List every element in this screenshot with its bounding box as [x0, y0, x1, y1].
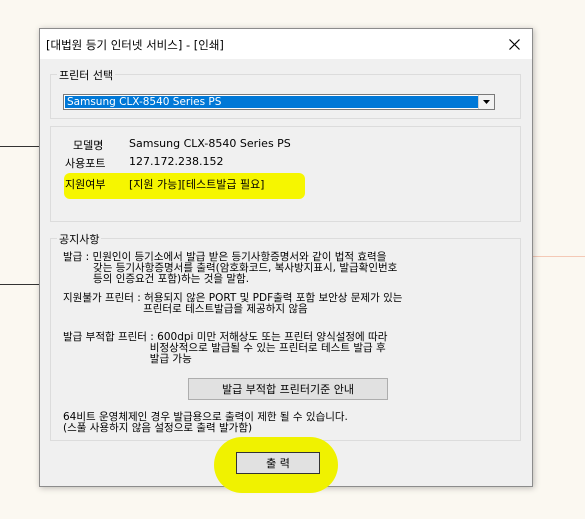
- printer-info-group: 모델명 Samsung CLX-8540 Series PS 사용포트 127.…: [50, 126, 521, 222]
- notice-line: 발급 가능: [63, 353, 192, 365]
- window-title: [대법원 등기 인터넷 서비스] - [인쇄]: [46, 38, 224, 52]
- background-line-right: [533, 256, 585, 257]
- dropdown-arrow-button[interactable]: [478, 95, 494, 109]
- notice-64bit-text: 64비트 운영체제인 경우 발급용으로 출력이 제한 될 수 있습니다. (스풀…: [63, 412, 348, 434]
- close-icon: [508, 38, 520, 50]
- port-label: 사용포트: [65, 157, 106, 170]
- notice-line: (스풀 사용하지 않음 설정으로 출력 발가함): [63, 422, 253, 434]
- notice-line: 프린터로 테스트발급을 제공하지 않음: [63, 303, 308, 315]
- support-label: 지원여부: [65, 178, 106, 191]
- print-dialog: [대법원 등기 인터넷 서비스] - [인쇄] 프린터 선택 Samsung C…: [39, 28, 533, 487]
- notice-legend: 공지사항: [57, 231, 102, 247]
- printer-dropdown-value: Samsung CLX-8540 Series PS: [65, 96, 478, 108]
- print-button[interactable]: 출 력: [236, 452, 320, 474]
- printer-select-legend: 프린터 선택: [57, 67, 116, 83]
- background-line-bottom: [0, 284, 40, 285]
- printer-select-group: 프린터 선택 Samsung CLX-8540 Series PS: [50, 67, 521, 119]
- support-value: [지원 가능][테스트발급 필요]: [129, 178, 265, 191]
- port-value: 127.172.238.152: [129, 155, 224, 168]
- background-line-top: [0, 146, 40, 147]
- model-label: 모델명: [73, 139, 104, 152]
- title-bar: [대법원 등기 인터넷 서비스] - [인쇄]: [40, 29, 532, 59]
- chevron-down-icon: [483, 100, 490, 104]
- notice-unsupported-text: 지원불가 프린터 : 허용되지 않은 PORT 및 PDF출력 포함 보안상 문…: [63, 293, 402, 315]
- close-button[interactable]: [496, 29, 532, 59]
- unsuitable-printer-criteria-button[interactable]: 발급 부적합 프린터기준 안내: [188, 378, 388, 400]
- notice-line: 등의 인증요건 포함)하는 것을 말함.: [63, 273, 250, 285]
- notice-issue-text: 발급 : 민원인이 등기소에서 발급 받은 등기사항증명서와 같이 법적 효력을…: [63, 252, 397, 285]
- notice-unsuitable-text: 발급 부적합 프린터 : 600dpi 미만 저해상도 또는 프린터 양식설정에…: [63, 332, 387, 365]
- notice-group: 공지사항 발급 : 민원인이 등기소에서 발급 받은 등기사항증명서와 같이 법…: [50, 231, 521, 441]
- model-value: Samsung CLX-8540 Series PS: [129, 137, 291, 150]
- printer-dropdown[interactable]: Samsung CLX-8540 Series PS: [63, 94, 495, 110]
